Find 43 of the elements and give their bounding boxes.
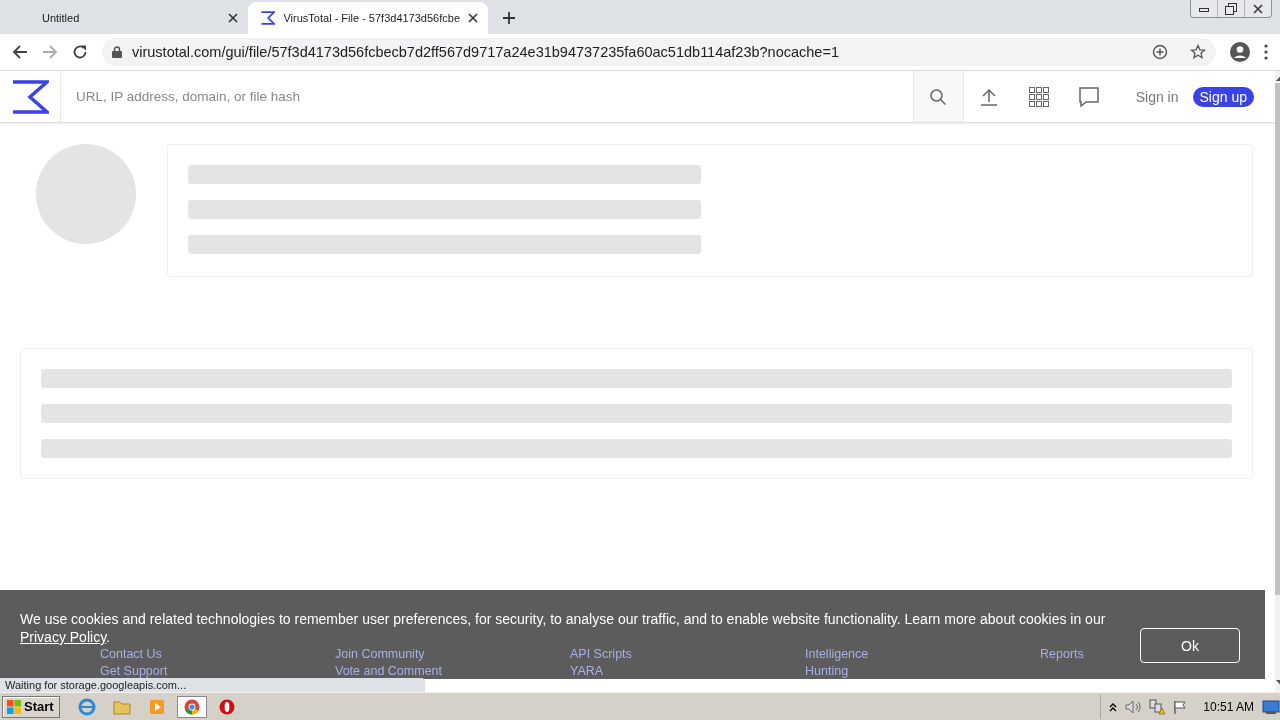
footer-link[interactable]: Get Support [100,665,168,678]
search-icon [929,87,948,106]
back-icon[interactable] [12,44,28,60]
ok-button[interactable]: Ok [1140,628,1240,663]
footer-link[interactable]: Contact Us [100,648,162,661]
footer-link[interactable]: Intelligence [805,648,869,661]
footer-link[interactable]: YARA [570,665,604,678]
lock-icon [112,46,122,58]
search-field[interactable]: URL, IP address, domain, or file hash [61,71,913,122]
sigma-logo-icon [260,10,276,26]
windows-logo-icon [6,698,22,715]
speaker-icon[interactable] [1125,699,1142,714]
globe-icon [77,697,96,716]
footer-link[interactable]: Reports [1040,648,1084,661]
footer-link[interactable]: API Scripts [570,648,632,661]
chevron-up-icon[interactable] [1109,701,1118,712]
footer-link[interactable]: Hunting [805,665,849,678]
plus-circle-icon[interactable] [1152,44,1168,60]
address-bar[interactable]: virustotal.com/gui/file/57f3d4173d56fcbecb7d2ff567d9717a24e31b94737235fa60ac51db114af23b?nocache=1 [102,38,1216,66]
start-button[interactable]: Start [2,695,60,718]
folder-icon [112,698,131,715]
close-icon[interactable] [228,13,238,23]
loading-status-tooltip: Waiting for storage.googleapis.com... [0,678,425,692]
play-icon [148,698,165,715]
sign-up-button[interactable]: Sign up [1192,86,1254,107]
account-icon[interactable] [1230,42,1250,62]
sign-in-link[interactable]: Sign in [1135,88,1179,105]
taskbar-app[interactable] [176,695,207,718]
sigma-logo-icon[interactable] [11,79,49,114]
footer-link[interactable]: Vote and Comment [335,665,442,678]
url-text: virustotal.com/gui/file/57f3d4173d56fcbecb7d2ff567d9717a24e31b94737235fa60ac51db114af23b?nocache=1 [132,44,840,60]
menu-icon[interactable] [1264,44,1268,60]
close-icon[interactable] [468,13,478,23]
browser-tab[interactable]: VirusTotal - File - 57f3d4173d56fcbe [248,2,488,34]
cookie-notice: We use cookies and related technologies to remember user preferences, for security, to analyse our traffic, and to enable website functionality. Learn more about cookies in our Privacy Policy. [20,610,1107,646]
network-warning-icon[interactable] [1149,698,1166,715]
reload-icon[interactable] [72,44,88,60]
flag-icon[interactable] [1173,699,1188,714]
show-desktop-icon[interactable] [1262,698,1280,715]
star-icon[interactable] [1190,44,1206,60]
browser-tab[interactable]: Untitled [8,2,248,34]
footer-link[interactable]: Join Community [335,648,425,661]
clock[interactable]: 10:51 AM [1203,699,1254,714]
